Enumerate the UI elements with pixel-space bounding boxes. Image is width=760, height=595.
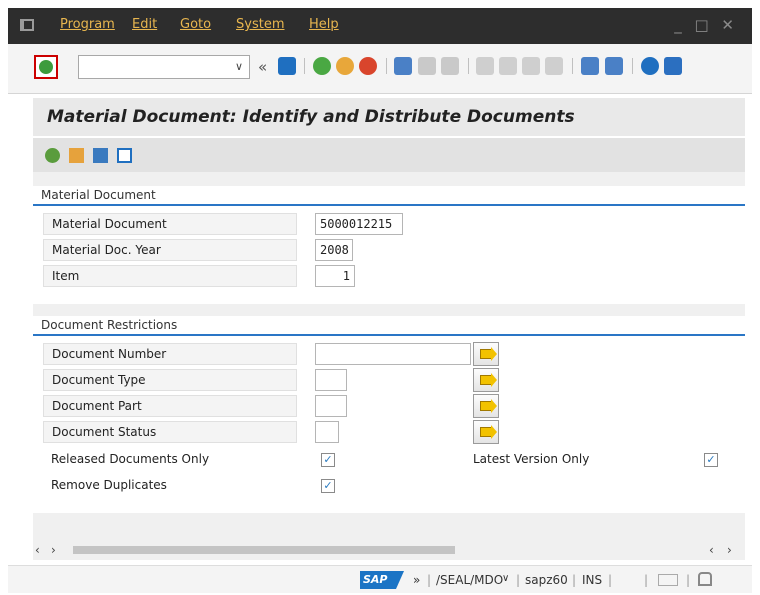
- material-document-field[interactable]: 5000012215: [315, 213, 403, 235]
- next-page-icon[interactable]: [522, 57, 540, 75]
- document-number-field[interactable]: [315, 343, 471, 365]
- item-field[interactable]: 1: [315, 265, 355, 287]
- back-icon[interactable]: [313, 57, 331, 75]
- prev-page-icon[interactable]: [499, 57, 517, 75]
- released-documents-only-checkbox[interactable]: ✓: [321, 453, 335, 467]
- scroll-right-icon[interactable]: ›: [727, 543, 732, 557]
- horizontal-scrollbar[interactable]: ‹ › ‹ ›: [33, 540, 745, 560]
- variant-icon[interactable]: [93, 148, 108, 163]
- create-session-icon[interactable]: [581, 57, 599, 75]
- lock-icon[interactable]: [698, 572, 712, 586]
- app-menu-icon[interactable]: [20, 19, 34, 31]
- copy-icon[interactable]: [69, 148, 84, 163]
- scroll-left-icon[interactable]: ‹: [709, 543, 714, 557]
- chevron-down-icon[interactable]: ∨: [502, 573, 509, 584]
- arrow-right-icon: [480, 399, 497, 413]
- document-status-label: Document Status: [43, 421, 297, 443]
- last-page-icon[interactable]: [545, 57, 563, 75]
- content-area: Material Document Material Document 5000…: [33, 172, 745, 560]
- find-icon[interactable]: [418, 57, 436, 75]
- exit-icon[interactable]: [336, 57, 354, 75]
- arrow-right-icon: [480, 425, 497, 439]
- sap-logo: SAP: [360, 571, 404, 589]
- enter-icon[interactable]: [34, 55, 58, 79]
- released-documents-only-label: Released Documents Only: [51, 452, 210, 466]
- status-separator: |: [516, 573, 521, 587]
- document-type-label: Document Type: [43, 369, 297, 391]
- find-next-icon[interactable]: [441, 57, 459, 75]
- status-separator: |: [644, 573, 649, 587]
- multiple-selection-button[interactable]: [473, 394, 499, 418]
- remove-duplicates-label: Remove Duplicates: [51, 478, 167, 492]
- material-doc-year-label: Material Doc. Year: [43, 239, 297, 261]
- group-title: Document Restrictions: [41, 318, 178, 332]
- document-status-field[interactable]: [315, 421, 339, 443]
- menu-edit[interactable]: Edit: [132, 17, 157, 32]
- back-double-icon[interactable]: «: [258, 58, 267, 76]
- cancel-icon[interactable]: [359, 57, 377, 75]
- status-separator: |: [572, 573, 577, 587]
- document-part-label: Document Part: [43, 395, 297, 417]
- save-icon[interactable]: [278, 57, 296, 75]
- remove-duplicates-checkbox[interactable]: ✓: [321, 479, 335, 493]
- print-icon[interactable]: [394, 57, 412, 75]
- menu-help[interactable]: Help: [309, 17, 339, 32]
- document-number-label: Document Number: [43, 343, 297, 365]
- menu-system[interactable]: System: [236, 17, 284, 32]
- menu-goto[interactable]: Goto: [180, 17, 211, 32]
- customize-icon[interactable]: [664, 57, 682, 75]
- latest-version-only-label: Latest Version Only: [473, 452, 590, 466]
- execute-icon[interactable]: [45, 148, 60, 163]
- menu-bar: Program Edit Goto System Help _ □ ✕: [8, 8, 752, 44]
- material-doc-year-field[interactable]: 2008: [315, 239, 353, 261]
- system-name: sapz60: [525, 573, 568, 587]
- help-icon[interactable]: [641, 57, 659, 75]
- scrollbar-thumb[interactable]: [73, 546, 455, 554]
- first-page-icon[interactable]: [476, 57, 494, 75]
- status-separator: |: [608, 573, 613, 587]
- arrow-right-icon: [480, 373, 497, 387]
- multiple-selection-button[interactable]: [473, 342, 499, 366]
- document-restrictions-group: Document Restrictions Document Number Do…: [33, 316, 745, 513]
- status-chevron[interactable]: »: [413, 573, 420, 587]
- item-label: Item: [43, 265, 297, 287]
- window-controls[interactable]: _ □ ✕: [674, 16, 738, 34]
- document-part-field[interactable]: [315, 395, 347, 417]
- screen-title-bar: Material Document: Identify and Distribu…: [33, 98, 745, 136]
- shortcut-icon[interactable]: [605, 57, 623, 75]
- multiple-selection-button[interactable]: [473, 420, 499, 444]
- multiple-selection-button[interactable]: [473, 368, 499, 392]
- connection-icon: [658, 574, 678, 586]
- status-separator: |: [686, 573, 691, 587]
- material-document-label: Material Document: [43, 213, 297, 235]
- command-field[interactable]: ∨: [78, 55, 250, 79]
- chevron-down-icon[interactable]: ∨: [235, 60, 243, 73]
- status-separator: |: [427, 573, 432, 587]
- group-title: Material Document: [41, 188, 156, 202]
- transaction-code: /SEAL/MDO: [436, 573, 504, 587]
- scroll-left-icon[interactable]: ‹: [35, 543, 40, 557]
- menu-program[interactable]: Program: [60, 17, 115, 32]
- info-icon[interactable]: [117, 148, 132, 163]
- scroll-right-icon[interactable]: ›: [51, 543, 56, 557]
- status-bar: SAP » | /SEAL/MDO ∨ | sapz60 | INS | | |: [8, 565, 752, 593]
- document-type-field[interactable]: [315, 369, 347, 391]
- page-title: Material Document: Identify and Distribu…: [47, 107, 575, 127]
- arrow-right-icon: [480, 347, 497, 361]
- application-toolbar: [33, 138, 745, 172]
- command-input[interactable]: [79, 56, 219, 78]
- material-document-group: Material Document Material Document 5000…: [33, 186, 745, 304]
- insert-mode: INS: [582, 573, 603, 587]
- standard-toolbar: ∨ «: [8, 44, 752, 94]
- latest-version-only-checkbox[interactable]: ✓: [704, 453, 718, 467]
